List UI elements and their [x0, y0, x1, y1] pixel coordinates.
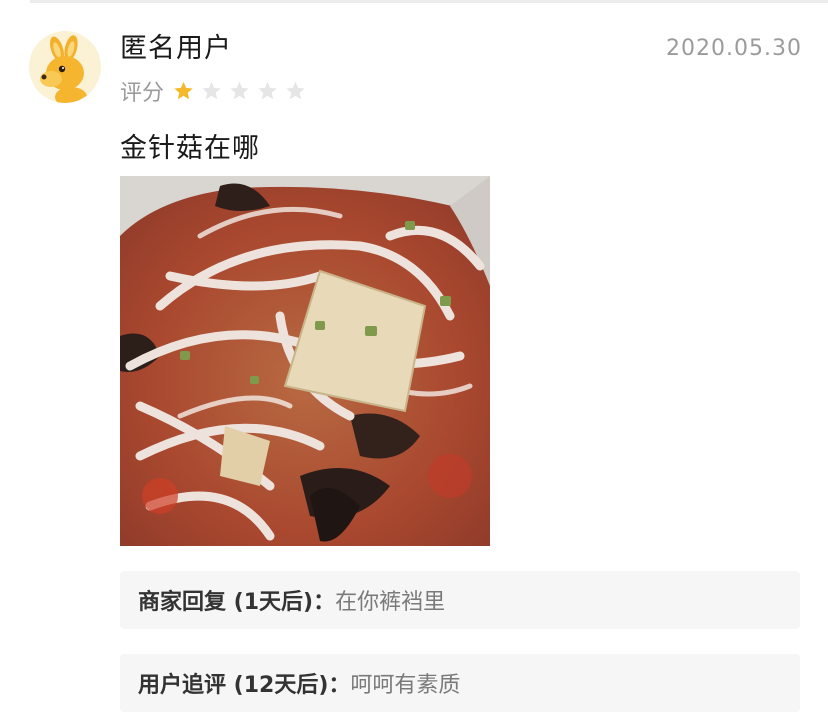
star-rating: [172, 80, 312, 102]
followup-review-label: 用户追评 (12天后)：: [138, 673, 351, 698]
star-empty-icon: [202, 81, 221, 100]
noodle-soup-photo: [120, 176, 490, 546]
star-empty-icon: [258, 81, 277, 100]
kangaroo-mascot-icon: [29, 31, 101, 103]
rating-label: 评分: [120, 81, 165, 106]
user-avatar[interactable]: [29, 31, 101, 103]
review-photo[interactable]: [120, 176, 490, 546]
followup-review-text: 呵呵有素质: [350, 673, 461, 698]
star-filled-icon: [174, 81, 193, 100]
merchant-reply-label: 商家回复 (1天后)：: [138, 590, 336, 615]
rating-row: 评分: [120, 76, 312, 106]
merchant-reply-text: 在你裤裆里: [335, 590, 446, 615]
review-date: 2020.05.30: [666, 36, 802, 61]
top-divider: [30, 0, 828, 3]
merchant-reply: 商家回复 (1天后)： 在你裤裆里: [120, 571, 800, 629]
username: 匿名用户: [120, 33, 232, 64]
followup-review: 用户追评 (12天后)： 呵呵有素质: [120, 654, 800, 712]
star-empty-icon: [286, 81, 305, 100]
review-comment: 金针菇在哪: [120, 133, 260, 164]
star-empty-icon: [230, 81, 249, 100]
